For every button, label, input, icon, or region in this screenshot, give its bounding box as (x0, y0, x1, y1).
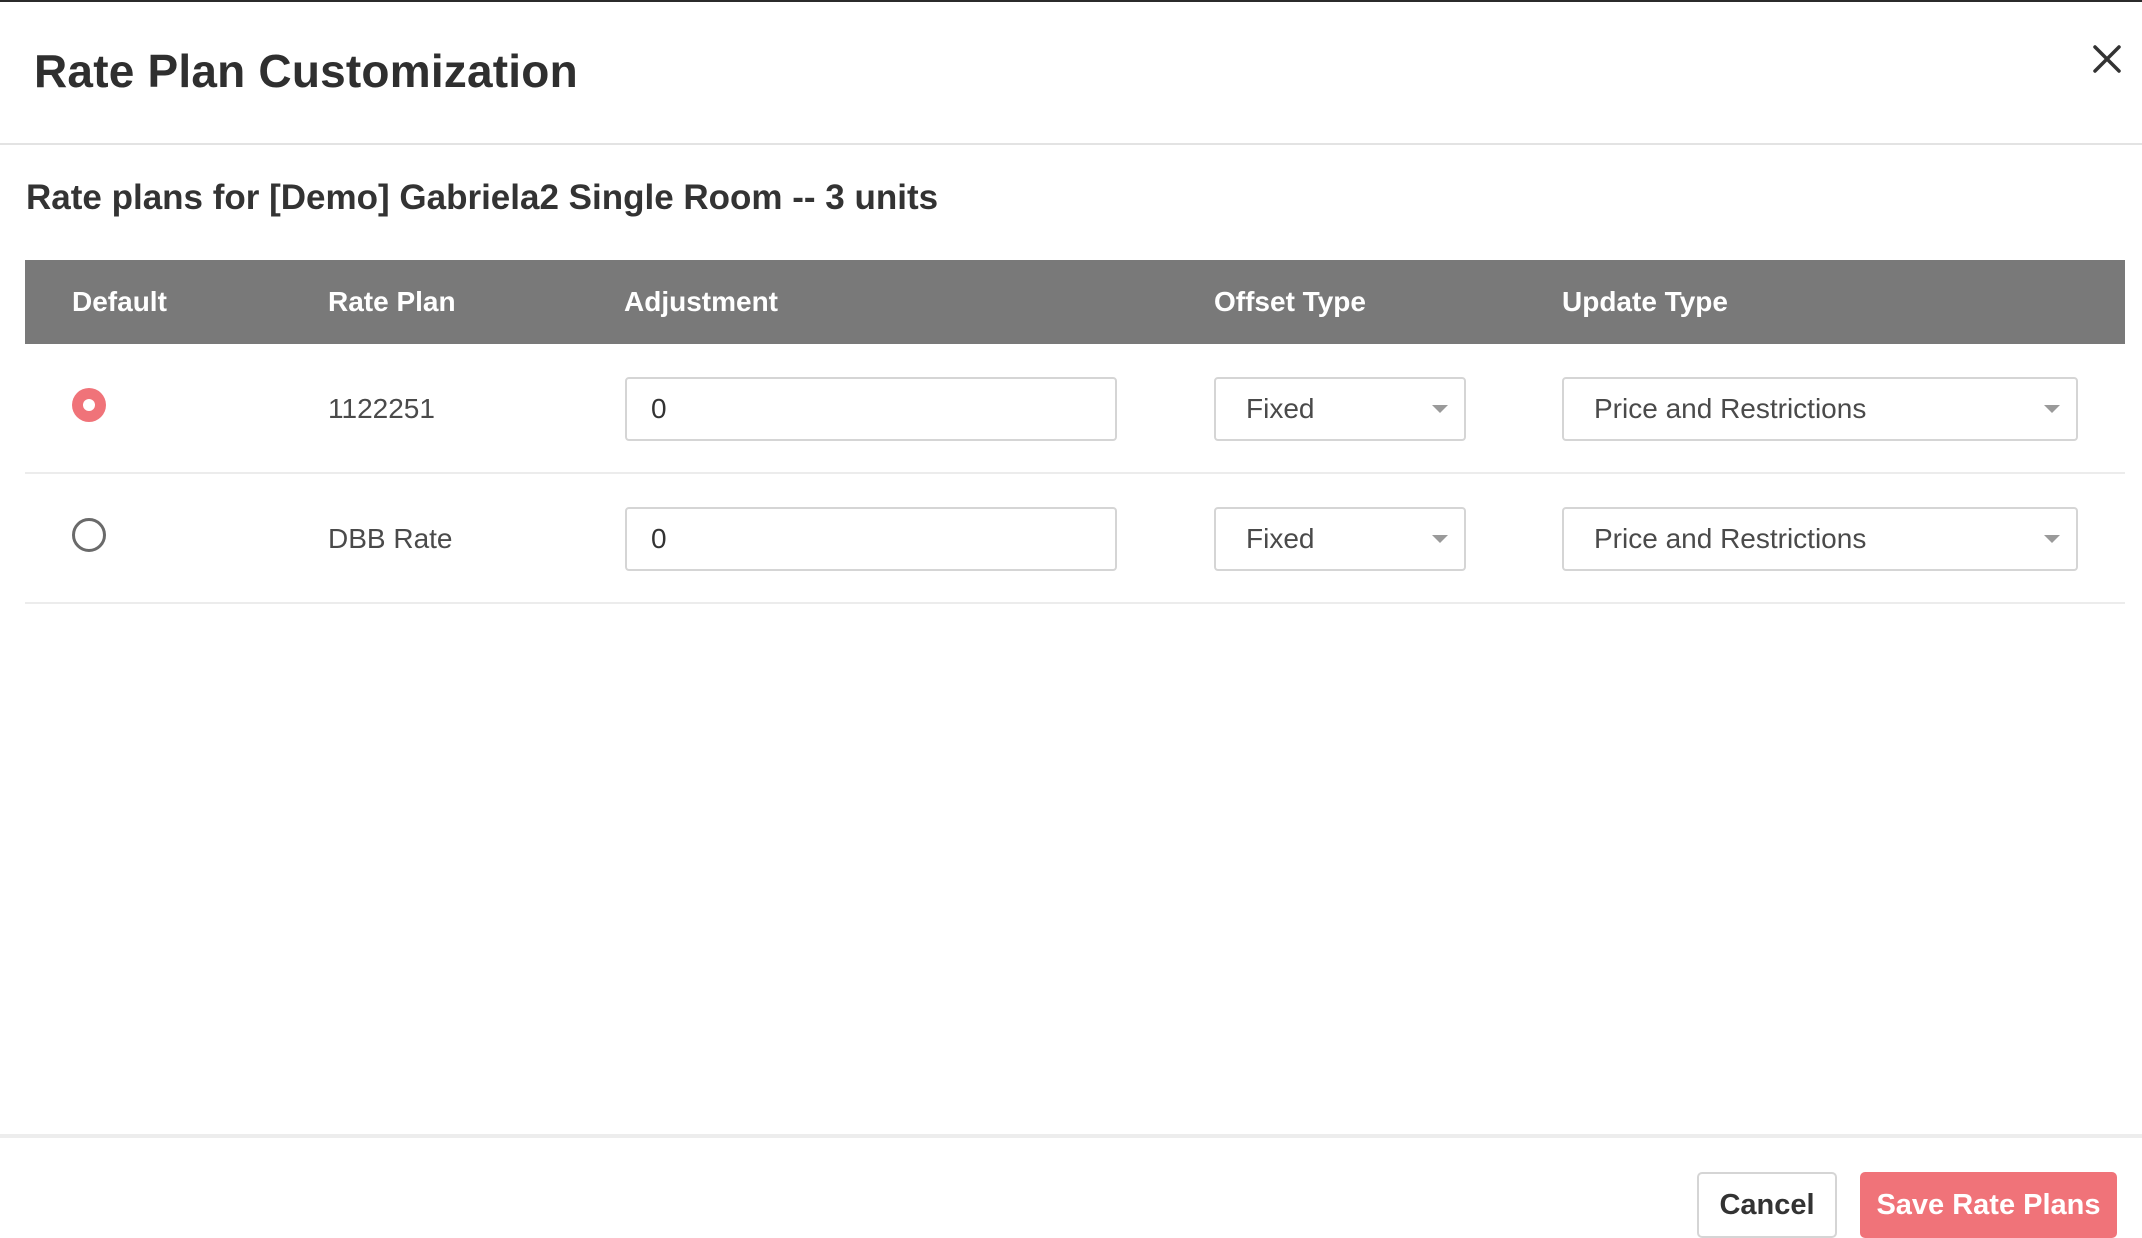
offset-type-value: Fixed (1246, 523, 1315, 554)
chevron-down-icon (1432, 535, 1448, 543)
offset-type-value: Fixed (1246, 393, 1315, 424)
column-header-rate-plan: Rate Plan (328, 286, 456, 317)
column-header-default: Default (72, 286, 167, 317)
default-radio[interactable] (72, 518, 106, 552)
close-button[interactable] (2086, 38, 2128, 80)
column-header-update-type: Update Type (1562, 286, 1728, 317)
column-header-adjustment: Adjustment (624, 286, 778, 317)
close-icon (2093, 45, 2121, 73)
update-type-value: Price and Restrictions (1594, 523, 1867, 554)
table-header: Default Rate Plan Adjustment Offset Type… (25, 260, 2125, 344)
chevron-down-icon (1432, 405, 1448, 413)
chevron-down-icon (2044, 535, 2060, 543)
modal-header: Rate Plan Customization (0, 2, 2142, 145)
save-rate-plans-button[interactable]: Save Rate Plans (1860, 1172, 2117, 1238)
rate-plan-name: 1122251 (328, 393, 435, 424)
chevron-down-icon (2044, 405, 2060, 413)
rate-plan-name: DBB Rate (328, 523, 453, 554)
update-type-select[interactable]: Price and Restrictions (1562, 507, 2078, 571)
update-type-select[interactable]: Price and Restrictions (1562, 377, 2078, 441)
table-row: DBB Rate Fixed Price and Restrictions (25, 474, 2125, 604)
adjustment-input[interactable] (625, 377, 1117, 441)
modal-title: Rate Plan Customization (34, 45, 578, 97)
rate-plan-customization-modal: Rate Plan Customization Rate plans for [… (0, 0, 2142, 1238)
rate-plans-table: Default Rate Plan Adjustment Offset Type… (25, 260, 2125, 604)
table-row: 1122251 Fixed Price and Restrictions (25, 344, 2125, 474)
modal-footer: Cancel Save Rate Plans (0, 1134, 2142, 1238)
adjustment-input[interactable] (625, 507, 1117, 571)
column-header-offset-type: Offset Type (1214, 286, 1366, 317)
offset-type-select[interactable]: Fixed (1214, 377, 1466, 441)
update-type-value: Price and Restrictions (1594, 393, 1867, 424)
default-radio[interactable] (72, 388, 106, 422)
cancel-button[interactable]: Cancel (1697, 1172, 1837, 1238)
offset-type-select[interactable]: Fixed (1214, 507, 1466, 571)
room-rate-plans-heading: Rate plans for [Demo] Gabriela2 Single R… (26, 178, 939, 217)
